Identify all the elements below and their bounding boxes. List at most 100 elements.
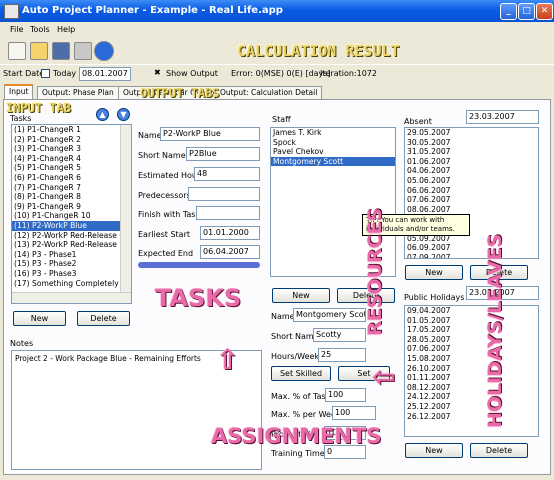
show-output-check-icon[interactable]: ✖ <box>154 68 161 77</box>
task-list-item[interactable]: (17) Something Completely Diffe <box>12 279 131 289</box>
staff-new-button[interactable]: New <box>272 288 330 303</box>
minimize-button[interactable]: _ <box>500 3 517 20</box>
open-file-icon[interactable] <box>30 42 48 60</box>
task-list-item[interactable]: (16) P3 - Phase3 <box>12 269 131 279</box>
holiday-date-item[interactable]: 08.12.2007 <box>405 383 538 393</box>
run-icon[interactable] <box>94 41 114 61</box>
absent-date-item[interactable]: 08.06.2007 <box>405 205 538 215</box>
holidays-new-button[interactable]: New <box>405 443 463 458</box>
tasks-scrollbar-h[interactable] <box>12 292 131 303</box>
tab-calculation-detail[interactable]: Output: Calculation Detail <box>215 86 323 100</box>
absent-date-item[interactable]: 06.06.2007 <box>405 186 538 196</box>
task-list-item[interactable]: (3) P1-ChangeR 3 <box>12 144 131 154</box>
absent-date-item[interactable]: 01.06.2007 <box>405 157 538 167</box>
new-file-icon[interactable] <box>8 42 26 60</box>
task-list-item[interactable]: (4) P1-ChangeR 4 <box>12 154 131 164</box>
tasks-scrollbar-v[interactable] <box>120 125 131 295</box>
print-icon[interactable] <box>74 42 92 60</box>
task-list-item[interactable]: (14) P3 - Phase1 <box>12 250 131 260</box>
holiday-date-item[interactable]: 24.12.2007 <box>405 392 538 402</box>
task-list-item[interactable]: (8) P1-ChangeR 8 <box>12 192 131 202</box>
maximize-button[interactable]: □ <box>518 3 535 20</box>
holiday-date-item[interactable]: 15.08.2007 <box>405 354 538 364</box>
holiday-date-item[interactable]: 26.12.2007 <box>405 412 538 422</box>
absent-date-item[interactable]: 30.05.2007 <box>405 138 538 148</box>
holiday-date-item[interactable]: 28.05.2007 <box>405 335 538 345</box>
staff-list-item[interactable]: James T. Kirk <box>271 128 395 138</box>
task-list-item[interactable]: (5) P1-ChangeR 5 <box>12 163 131 173</box>
absent-date-item[interactable]: 05.06.2007 <box>405 176 538 186</box>
expected-end-field[interactable]: 06.04.2007 <box>200 245 260 259</box>
move-down-icon[interactable]: ▼ <box>117 108 130 121</box>
today-checkbox[interactable] <box>41 69 50 78</box>
task-delete-button[interactable]: Delete <box>77 311 130 326</box>
task-list-item[interactable]: (11) P2-WorkP Blue <box>12 220 131 231</box>
app-icon <box>4 4 19 19</box>
estimated-hours-field[interactable]: 48 <box>194 167 260 181</box>
predecessors-field[interactable] <box>188 187 260 201</box>
title-bar: Auto Project Planner - Example - Real Li… <box>0 0 554 22</box>
task-list-item[interactable]: (1) P1-ChangeR 1 <box>12 125 131 135</box>
hours-week-field[interactable]: 25 <box>318 348 366 362</box>
max-week-field[interactable]: 100 <box>332 406 376 420</box>
task-list-item[interactable]: (12) P2-WorkP Red-Release Can <box>12 231 131 241</box>
input-tab-annotation: INPUT TAB <box>6 101 72 115</box>
absent-date-item[interactable]: 31.05.2007 <box>405 147 538 157</box>
set-skilled-button[interactable]: Set Skilled <box>271 366 331 381</box>
arrow-left-icon: ⇦ <box>372 360 396 393</box>
holiday-date-item[interactable]: 17.05.2007 <box>405 325 538 335</box>
absent-new-button[interactable]: New <box>405 265 463 280</box>
holidays-leaves-annotation: HOLIDAYS/LEAVES <box>484 233 506 428</box>
task-list-item[interactable]: (10) P1-ChangeR 10 <box>12 211 131 221</box>
task-list-item[interactable]: (2) P1-ChangeR 2 <box>12 135 131 145</box>
task-list-item[interactable]: (6) P1-ChangeR 6 <box>12 173 131 183</box>
holiday-date-item[interactable]: 26.10.2007 <box>405 364 538 374</box>
task-new-button[interactable]: New <box>13 311 66 326</box>
finish-with-task-field[interactable] <box>196 206 260 220</box>
holiday-date-item[interactable]: 01.11.2007 <box>405 373 538 383</box>
holidays-delete-button[interactable]: Delete <box>470 443 528 458</box>
earliest-start-field[interactable]: 01.01.2000 <box>200 226 260 240</box>
save-icon[interactable] <box>52 42 70 60</box>
staff-list-item[interactable]: Spock <box>271 138 395 148</box>
menu-help[interactable]: Help <box>57 25 75 34</box>
holidays-list[interactable]: 09.04.2007 01.05.2007 17.05.2007 28.05.2007… <box>404 305 539 437</box>
menu-file[interactable]: File <box>10 25 23 34</box>
absent-date-item[interactable]: 04.06.2007 <box>405 166 538 176</box>
staff-list-item[interactable]: Pavel Chekov <box>271 147 395 157</box>
tab-phase-plan[interactable]: Output: Phase Plan <box>37 86 119 100</box>
move-up-icon[interactable]: ▲ <box>96 108 109 121</box>
task-name-field[interactable]: P2-WorkP Blue <box>160 127 260 141</box>
holiday-date-item[interactable]: 01.05.2007 <box>405 316 538 326</box>
task-name-label: Name <box>138 131 162 140</box>
staff-list-item[interactable]: Montgomery Scott <box>271 156 395 167</box>
absent-date-item[interactable]: 06.09.2007 <box>405 243 538 253</box>
max-task-field[interactable]: 100 <box>325 388 366 402</box>
calculation-result-annotation: CALCULATION RESULT <box>237 42 400 60</box>
short-name-field[interactable]: P2Blue <box>186 147 260 161</box>
close-button[interactable]: ✕ <box>536 3 553 20</box>
tasks-list[interactable]: (1) P1-ChangeR 1 (2) P1-ChangeR 2 (3) P1-C… <box>11 124 132 304</box>
staff-short-name-label: Short Name <box>271 332 319 341</box>
absent-date-item[interactable]: 07.09.2007 <box>405 253 538 258</box>
task-list-item[interactable]: (13) P2-WorkP Red-Release <box>12 240 131 250</box>
holiday-date-item[interactable]: 09.04.2007 <box>405 306 538 316</box>
error-text: Error: 0(MSE) 0(E) [days] <box>231 69 331 78</box>
absent-list[interactable]: 29.05.2007 30.05.2007 31.05.2007 01.06.2007… <box>404 127 539 259</box>
start-date-field[interactable]: 08.01.2007 <box>79 67 131 81</box>
absent-date-item[interactable]: 07.06.2007 <box>405 195 538 205</box>
absent-date-field[interactable]: 23.03.2007 <box>466 110 539 124</box>
menu-tools[interactable]: Tools <box>30 25 50 34</box>
window-title: Auto Project Planner - Example - Real Li… <box>22 5 283 16</box>
public-holidays-label: Public Holidays <box>404 293 465 302</box>
absent-date-item[interactable]: 29.05.2007 <box>405 128 538 138</box>
task-list-item[interactable]: (15) P3 - Phase2 <box>12 259 131 269</box>
staff-short-name-field[interactable]: Scotty <box>313 328 366 342</box>
max-week-label: Max. % per Week <box>271 410 341 419</box>
holiday-date-item[interactable]: 07.06.2007 <box>405 344 538 354</box>
task-list-item[interactable]: (9) P1-ChangeR 9 <box>12 202 131 212</box>
holiday-date-item[interactable]: 25.12.2007 <box>405 402 538 412</box>
task-list-item[interactable]: (7) P1-ChangeR 7 <box>12 183 131 193</box>
short-name-label: Short Name <box>138 151 186 160</box>
staff-name-field[interactable]: Montgomery Scott <box>293 308 366 322</box>
